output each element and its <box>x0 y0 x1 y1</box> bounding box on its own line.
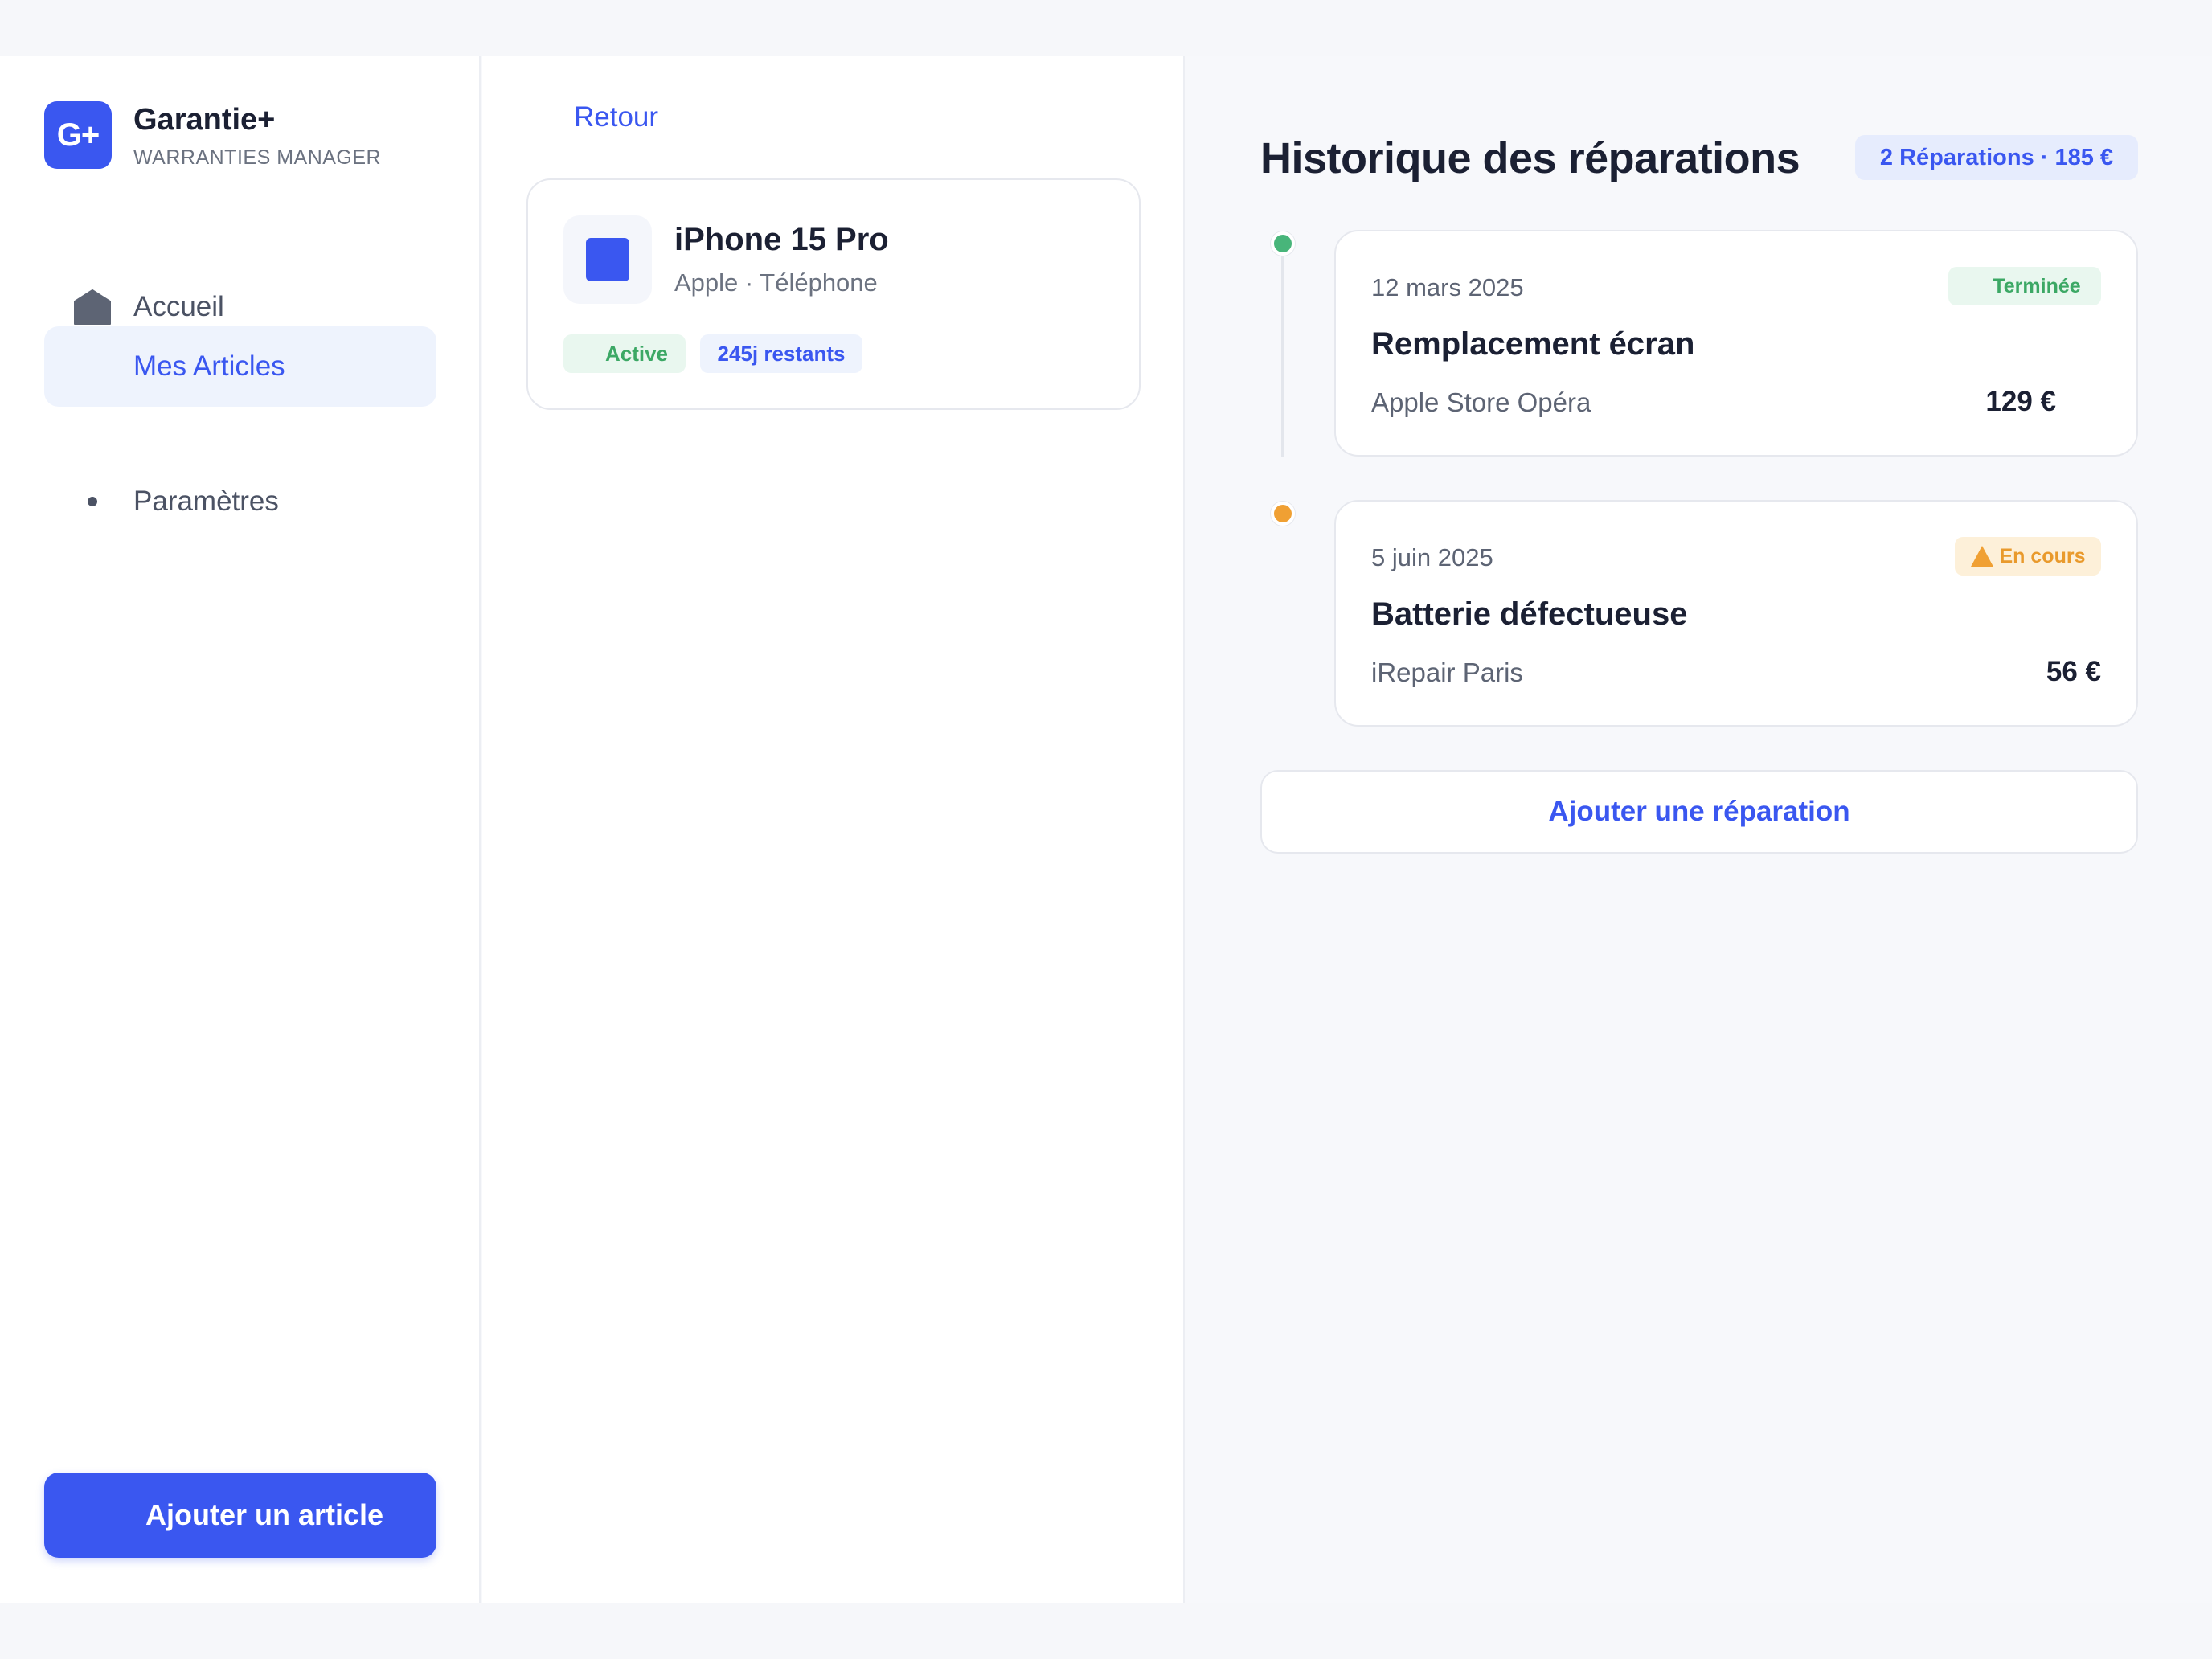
status-label: En cours <box>1999 544 2086 567</box>
remaining-badge: 245j restants <box>700 334 862 373</box>
repair-title: Batterie défectueuse <box>1371 596 1688 632</box>
device-icon <box>586 238 629 281</box>
repair-history-pane: Historique des réparations 2 Réparations… <box>1186 56 2212 1603</box>
timeline-dot-icon <box>1271 231 1295 256</box>
brand-subtitle: WARRANTIES MANAGER <box>133 146 382 169</box>
app-window: G+ Garantie+ WARRANTIES MANAGER Accueil … <box>0 56 2212 1603</box>
sidebar-item-label: Paramètres <box>133 485 279 517</box>
add-repair-button[interactable]: Ajouter une réparation <box>1260 770 2138 854</box>
article-card[interactable]: iPhone 15 Pro Apple · Téléphone Active 2… <box>526 178 1141 410</box>
add-article-button[interactable]: Ajouter un article <box>44 1473 436 1558</box>
logo-icon: G+ <box>44 101 112 169</box>
timeline-line <box>1281 249 1284 457</box>
home-icon <box>74 289 111 325</box>
sidebar: G+ Garantie+ WARRANTIES MANAGER Accueil … <box>0 56 481 1603</box>
dot-icon <box>88 497 97 506</box>
summary-badge: 2 Réparations · 185 € <box>1855 135 2138 180</box>
repair-price: 129 € <box>1985 386 2056 417</box>
repair-date: 5 juin 2025 <box>1371 543 1493 571</box>
sidebar-item-label: Mes Articles <box>133 350 285 382</box>
repair-date: 12 mars 2025 <box>1371 273 1524 301</box>
repair-card[interactable]: 12 mars 2025 Terminée Remplacement écran… <box>1334 230 2138 457</box>
article-thumbnail <box>563 215 652 304</box>
timeline-dot-icon <box>1271 502 1295 526</box>
repair-shop: Apple Store Opéra <box>1371 387 1591 417</box>
sidebar-item-mes-articles[interactable]: Mes Articles <box>44 326 436 407</box>
status-badge: Active <box>563 334 686 373</box>
repair-price: 56 € <box>2046 656 2101 687</box>
brand-title: Garantie+ <box>133 103 276 137</box>
sidebar-item-parametres[interactable]: Paramètres <box>44 461 436 542</box>
repair-card[interactable]: 5 juin 2025 En cours Batterie défectueus… <box>1334 500 2138 727</box>
page-title: Historique des réparations <box>1260 134 1800 182</box>
repair-shop: iRepair Paris <box>1371 657 1523 687</box>
article-meta: Apple · Téléphone <box>674 268 878 297</box>
sidebar-item-label: Accueil <box>133 291 224 322</box>
back-link[interactable]: Retour <box>574 101 658 133</box>
status-badge: En cours <box>1955 537 2101 576</box>
article-title: iPhone 15 Pro <box>674 222 889 257</box>
article-detail-pane: Retour iPhone 15 Pro Apple · Téléphone A… <box>482 56 1185 1603</box>
status-badge: Terminée <box>1948 267 2101 305</box>
repair-title: Remplacement écran <box>1371 326 1695 362</box>
warning-icon <box>1970 546 1993 567</box>
